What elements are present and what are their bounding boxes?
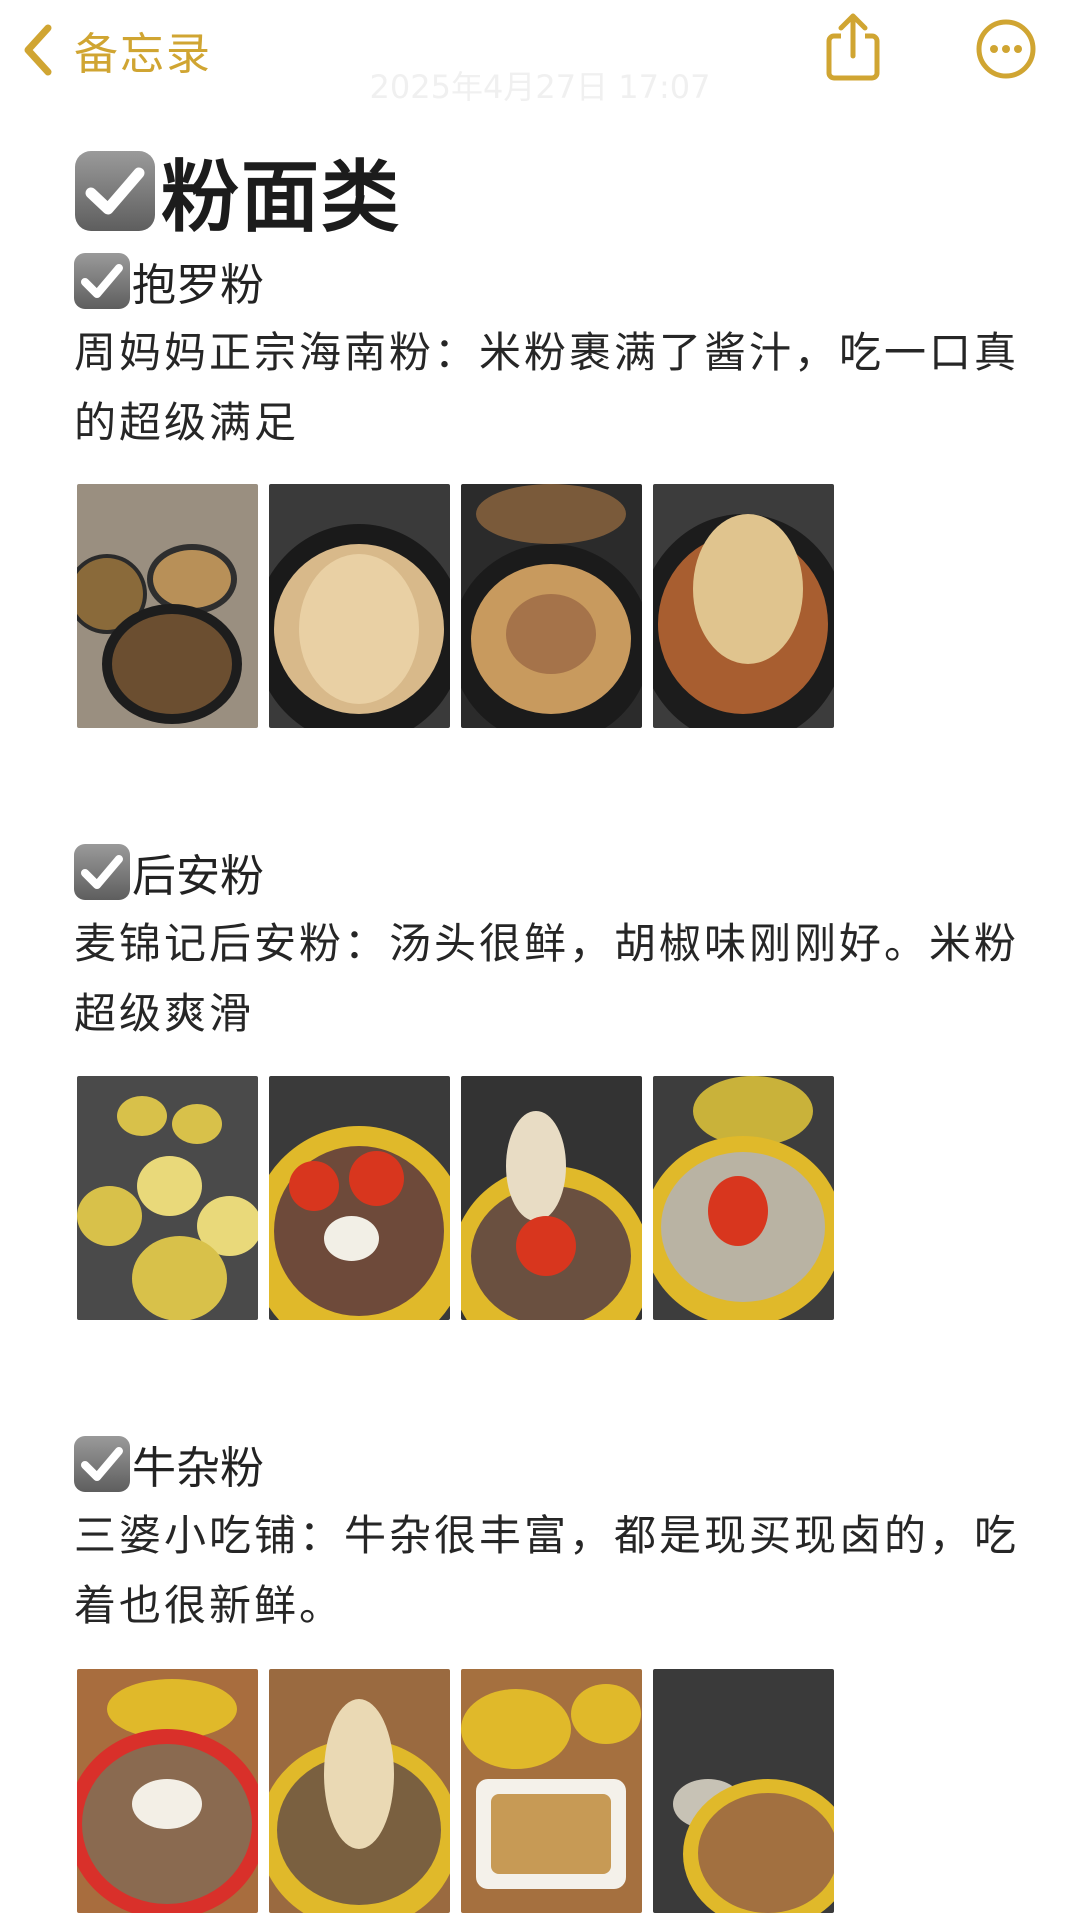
section-description[interactable]: 三婆小吃铺：牛杂很丰富，都是现买现卤的，吃着也很新鲜。 — [74, 1501, 1034, 1641]
food-photo[interactable] — [269, 1669, 450, 1913]
food-photo[interactable] — [269, 484, 450, 728]
food-photo[interactable] — [653, 1076, 834, 1320]
checkbox-icon[interactable] — [74, 844, 130, 900]
section-name: 后安粉 — [132, 851, 264, 902]
food-photo[interactable] — [461, 484, 642, 728]
section-description[interactable]: 麦锦记后安粉：汤头很鲜，胡椒味刚刚好。米粉超级爽滑 — [74, 909, 1034, 1049]
section-heading: 后安粉 — [74, 840, 264, 904]
photo-row — [77, 1669, 834, 1913]
food-photo[interactable] — [653, 484, 834, 728]
food-photo[interactable] — [77, 1669, 258, 1913]
food-photo[interactable] — [77, 1076, 258, 1320]
food-photo[interactable] — [269, 1076, 450, 1320]
section-description[interactable]: 周妈妈正宗海南粉：米粉裹满了酱汁，吃一口真的超级满足 — [74, 318, 1034, 458]
note-date: 2025年4月27日 17:07 — [369, 68, 711, 106]
section-name: 牛杂粉 — [132, 1443, 264, 1494]
food-photo[interactable] — [461, 1076, 642, 1320]
photo-row — [77, 484, 834, 728]
section-heading: 牛杂粉 — [74, 1432, 264, 1496]
note-title-row: 粉面类 — [75, 135, 401, 247]
checkbox-icon[interactable] — [74, 1436, 130, 1492]
food-photo[interactable] — [77, 484, 258, 728]
food-photo[interactable] — [461, 1669, 642, 1913]
section-name: 抱罗粉 — [132, 260, 264, 311]
section-heading: 抱罗粉 — [74, 249, 264, 313]
food-photo[interactable] — [653, 1669, 834, 1913]
navigation-bar: 备忘录 2025年4月27日 17:07 — [0, 0, 1080, 110]
photo-row — [77, 1076, 834, 1320]
checkbox-icon[interactable] — [75, 151, 155, 231]
checkbox-icon[interactable] — [74, 253, 130, 309]
note-title: 粉面类 — [161, 153, 402, 243]
